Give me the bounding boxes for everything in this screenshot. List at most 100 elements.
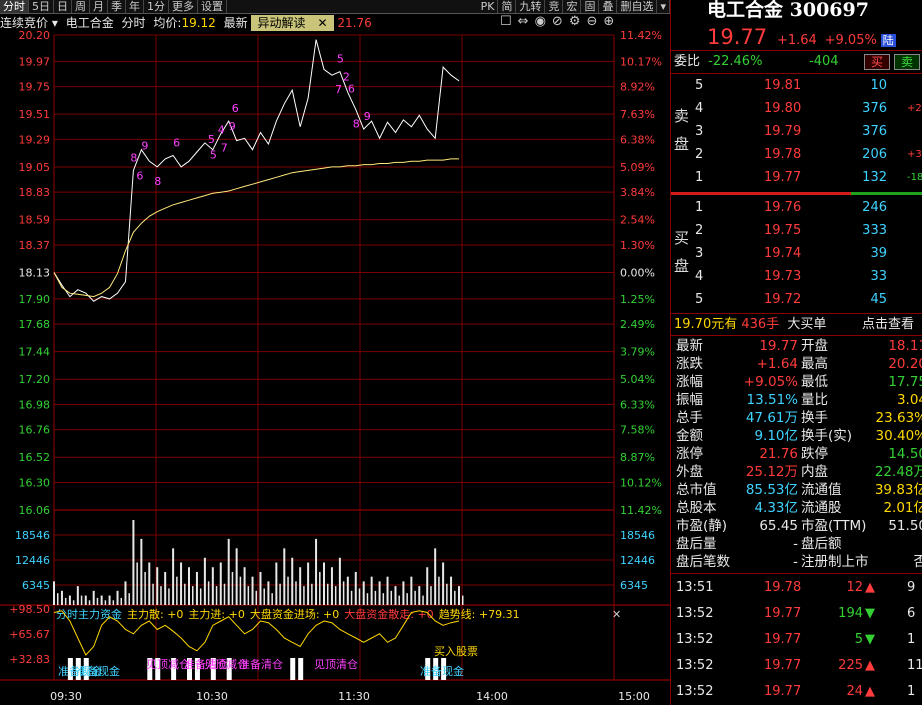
tool-tab-5[interactable]: 固 [581,0,600,13]
volume-bar [394,586,397,605]
stat-label: 总手 [676,410,703,426]
volume-bar [334,586,337,605]
gear-icon[interactable]: ⚙ [569,14,581,30]
stat-label: 金额 [676,428,703,444]
avg-price-label: 均价: [153,16,182,30]
stats-row: 涨幅 +9.05%最低 17.75 [671,373,922,391]
anomaly-popup-button[interactable]: 异动解读 ✕ [251,15,334,31]
tab-7[interactable]: 1分 [144,0,169,13]
signal-marker: 6 [173,136,180,149]
signal-bar [290,658,296,680]
tool-tab-7[interactable]: 删自选 [617,0,658,13]
sell-button[interactable]: 卖 [894,54,921,70]
bid-side-label: 买盘 [674,224,689,280]
volume-bar [323,562,325,605]
volume-bar [450,576,453,605]
bid-volume: 333 [862,223,887,238]
signal-marker: 5 [337,53,344,66]
bid-price: 19.74 [764,246,802,261]
stat-value: +1.64 [756,356,798,372]
close-icon[interactable]: ✕ [612,608,621,621]
tab-9[interactable]: 设置 [198,0,227,13]
tool-tab-2[interactable]: 九转 [516,0,546,13]
volume-bar [382,593,385,605]
tab-0[interactable]: 分时 [0,0,29,13]
avg-price-line [53,158,459,298]
stat-value: 65.45 [759,518,798,534]
plus-icon[interactable]: ⊕ [603,14,614,30]
stat-label: 流通股 [801,500,842,516]
ask-price: 19.81 [764,78,802,93]
stat-value: +9.05% [743,374,798,390]
ask-price: 19.80 [764,101,802,116]
volume-bar [140,538,143,605]
indicator-signal-label: 准备清仓 [239,657,283,671]
tool-tab-4[interactable]: 宏 [563,0,582,13]
bid-row: 2 19.75 333 [671,220,922,242]
quote-change: +1.64 [776,33,817,48]
bid-volume: 246 [862,200,887,215]
tool-tab-6[interactable]: 叠 [599,0,618,13]
volume-bar [72,600,75,605]
expand-icon[interactable]: ⇔ [518,14,529,30]
tab-2[interactable]: 日 [54,0,72,13]
stat-label: 盘后额 [801,536,842,552]
stats-row: 涨停 21.76跌停 14.50 [671,445,922,463]
minus-icon[interactable]: ⊖ [586,14,597,30]
big-order-row[interactable]: 19.70元有 436手 大买单 点击查看 [674,315,922,335]
big-order-label: 大买单 [787,317,827,332]
tab-4[interactable]: 月 [90,0,108,13]
volume-bar [100,595,103,605]
tab-3[interactable]: 周 [72,0,90,13]
stat-value: 39.83亿 [874,482,922,498]
tool-tab-0[interactable]: PK [478,0,499,13]
volume-bar [434,548,437,605]
intraday-chart[interactable]: 20.20 19.97 19.75 19.51 19.29 19.05 18.83 18.59… [0,30,670,705]
dropdown-arrow-icon[interactable]: ▾ [657,0,670,13]
tab-5[interactable]: 季 [108,0,126,13]
stat-value: 20.20 [888,356,922,372]
down-arrow-icon[interactable]: ▾ [52,16,58,30]
ask-delta: +22 [907,103,922,114]
stats-row: 振幅 13.51%量比 3.04 [671,391,922,409]
big-order-link[interactable]: 点击查看 [862,315,914,335]
tab-8[interactable]: 更多 [169,0,198,13]
checkbox-icon[interactable]: ☐ [500,14,512,30]
ask-row: 5 19.81 10 [671,75,922,97]
pct-axis-label: 11.42% [620,30,662,42]
indicator-axis-label: +32.83 [9,653,50,666]
signal-markers: 896 86 55764 9756289 [130,53,370,188]
stat-label: 涨跌 [676,356,703,372]
volume-bar [156,567,159,605]
indicator-signal-label: 见顶清仓 [314,657,358,671]
volume-bar [315,538,318,605]
buy-button[interactable]: 买 [864,54,891,70]
close-icon[interactable]: ✕ [317,16,327,30]
volume-bar [184,583,186,605]
tool-tab-3[interactable]: 竞 [545,0,564,13]
volume-bar [180,562,183,605]
bid-level: 2 [695,223,704,238]
tool-tab-1[interactable]: 简 [498,0,517,13]
stock-name-label: 电工合金 [65,16,114,30]
volume-bar [128,593,130,605]
eye-icon[interactable]: ◉ [535,14,546,30]
signal-marker: 5 [210,149,217,162]
ask-volume: 132 [862,170,887,185]
volume-bar [152,583,154,605]
tick-row: 13:51 19.78 12 ▲ 9 [671,577,922,599]
price-axis-label: 17.44 [19,346,51,359]
tab-1[interactable]: 5日 [29,0,54,13]
chart-grid [0,34,670,681]
big-order-qty: 436手 [741,317,780,332]
volume-bar [271,593,273,605]
stat-label: 换手 [801,410,828,426]
signal-marker: 7 [335,83,342,96]
tab-6[interactable]: 年 [126,0,144,13]
volume-bar [53,581,55,605]
link-icon[interactable]: ⊘ [552,14,563,30]
tick-price: 19.78 [764,580,802,595]
volume-bar [330,567,333,605]
tick-volume: 225 [838,658,863,673]
volume-bar [299,567,302,605]
